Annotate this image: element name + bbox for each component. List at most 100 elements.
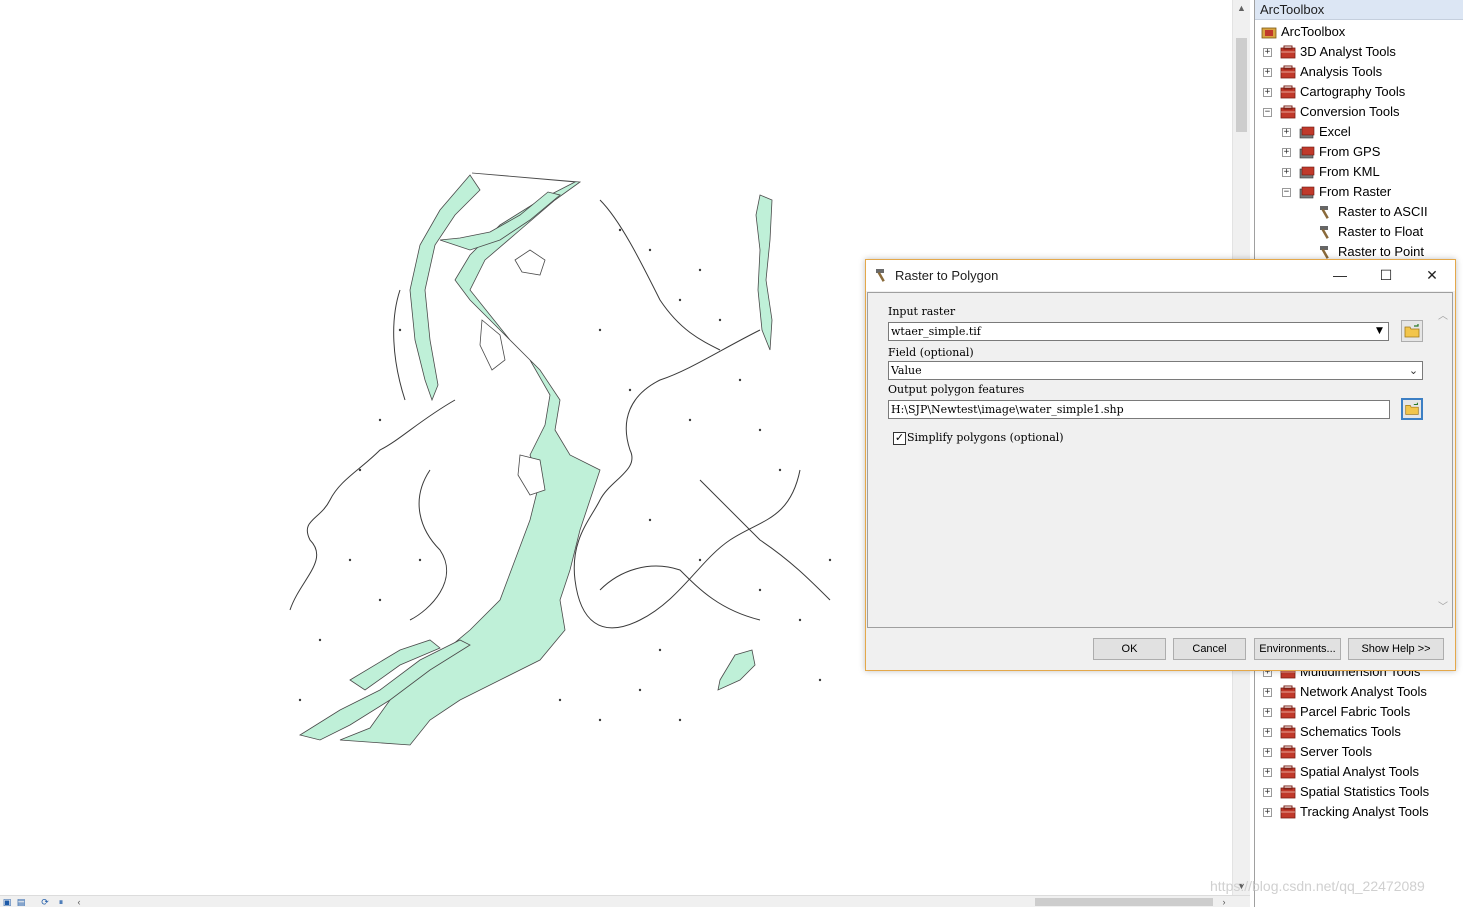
tree-item-3d-analyst-tools[interactable]: +3D Analyst Tools: [1255, 42, 1463, 62]
right-river-polygon: [755, 194, 773, 351]
refresh-icon[interactable]: ⟳: [40, 897, 50, 907]
dialog-titlebar[interactable]: Raster to Polygon — ☐ ✕: [866, 260, 1455, 291]
cancel-button[interactable]: Cancel: [1173, 638, 1246, 660]
tree-item-label: Raster to Float: [1338, 224, 1424, 239]
toolbox-icon: [1280, 85, 1296, 99]
tree-item-label: Analysis Tools: [1300, 64, 1383, 79]
tree-item-label: Schematics Tools: [1300, 724, 1401, 739]
pause-drawing-icon[interactable]: ⏸: [56, 897, 66, 907]
toolbox-icon: [1280, 685, 1296, 699]
tree-item-label: Spatial Statistics Tools: [1300, 784, 1430, 799]
maximize-button[interactable]: ☐: [1363, 260, 1409, 291]
chevron-down-icon[interactable]: ▼: [1372, 324, 1387, 339]
browse-input-button[interactable]: [1401, 320, 1423, 342]
dialog-scrollbar[interactable]: ︿ ﹀: [1434, 293, 1452, 627]
tree-item-parcel-fabric-tools[interactable]: + Parcel Fabric Tools: [1255, 702, 1463, 722]
tree-item-label: From Raster: [1319, 184, 1392, 199]
horizontal-scrollbar-thumb[interactable]: [1035, 898, 1213, 906]
expand-icon[interactable]: +: [1282, 128, 1291, 137]
tree-item-raster-to-float[interactable]: Raster to Float: [1255, 222, 1463, 242]
expand-icon[interactable]: +: [1263, 748, 1272, 757]
tree-item-server-tools[interactable]: + Server Tools: [1255, 742, 1463, 762]
tree-item-raster-to-ascii[interactable]: Raster to ASCII: [1255, 202, 1463, 222]
toolset-icon: [1299, 166, 1315, 179]
tree-item-from-raster[interactable]: − From Raster: [1255, 182, 1463, 202]
expand-icon[interactable]: +: [1263, 708, 1272, 717]
mid-island-polygon: [479, 319, 506, 371]
tree-item-label: From GPS: [1319, 144, 1381, 159]
output-polygon-input[interactable]: H:\SJP\Newtest\image\water_simple1.shp: [888, 400, 1390, 419]
toolset-icon: [1299, 126, 1315, 139]
input-raster-label: Input raster: [888, 305, 956, 318]
save-folder-icon: [1405, 402, 1419, 415]
browse-output-button[interactable]: [1401, 398, 1423, 420]
show-help-button[interactable]: Show Help >>: [1348, 638, 1444, 660]
scroll-left-icon[interactable]: ‹: [74, 897, 84, 907]
field-combobox[interactable]: Value ⌄: [888, 361, 1423, 380]
layout-view-icon[interactable]: ▤: [16, 897, 26, 907]
tree-item-arctoolbox[interactable]: ArcToolbox: [1255, 22, 1463, 42]
tree-item-cartography-tools[interactable]: + Cartography Tools: [1255, 82, 1463, 102]
tree-item-analysis-tools[interactable]: + Analysis Tools: [1255, 62, 1463, 82]
input-raster-combobox[interactable]: wtaer_simple.tif ▼: [888, 322, 1389, 341]
expand-icon[interactable]: +: [1263, 808, 1272, 817]
collapse-icon[interactable]: −: [1282, 188, 1291, 197]
expand-icon[interactable]: +: [1263, 688, 1272, 697]
chevron-down-icon[interactable]: ﹀: [1437, 598, 1449, 613]
data-view-icon[interactable]: ▣: [2, 897, 12, 907]
tree-item-label: ArcToolbox: [1281, 24, 1346, 39]
output-polygon-label: Output polygon features: [888, 383, 1025, 396]
toolbox-icon: [1280, 785, 1296, 799]
main-river-polygon: [339, 172, 601, 746]
creek-line-4: [393, 289, 406, 401]
tree-item-label: Network Analyst Tools: [1300, 684, 1427, 699]
tree-item-from-kml[interactable]: + From KML: [1255, 162, 1463, 182]
creek-line-5: [599, 199, 721, 351]
open-folder-icon: [1404, 324, 1420, 338]
toolbox-icon: [1280, 705, 1296, 719]
input-raster-value: wtaer_simple.tif: [891, 325, 981, 338]
chevron-up-icon[interactable]: ︿: [1437, 307, 1449, 322]
tree-item-network-analyst-tools[interactable]: + Network Analyst Tools: [1255, 682, 1463, 702]
tree-item-label: Tracking Analyst Tools: [1300, 804, 1429, 819]
tree-item-conversion-tools[interactable]: − Conversion Tools: [1255, 102, 1463, 122]
chevron-down-icon[interactable]: ⌄: [1406, 363, 1421, 378]
dialog-footer: OK Cancel Environments... Show Help >>: [866, 628, 1455, 670]
toolbox-icon: [1280, 105, 1296, 119]
expand-icon[interactable]: +: [1282, 168, 1291, 177]
scroll-right-icon[interactable]: ›: [1219, 897, 1229, 907]
tree-item-schematics-tools[interactable]: + Schematics Tools: [1255, 722, 1463, 742]
tree-item-spatial-analyst-tools[interactable]: + Spatial Analyst Tools: [1255, 762, 1463, 782]
expand-icon[interactable]: +: [1263, 768, 1272, 777]
dialog-title: Raster to Polygon: [895, 268, 999, 283]
scrollbar-thumb[interactable]: [1236, 38, 1247, 132]
bottom-toolbar: ▣ ▤ ⟳ ⏸ ‹ ›: [0, 895, 1250, 907]
scroll-up-icon[interactable]: ▲: [1233, 0, 1250, 16]
expand-icon[interactable]: +: [1263, 68, 1272, 77]
hammer-icon: [1320, 246, 1329, 259]
tree-item-excel[interactable]: + Excel: [1255, 122, 1463, 142]
simplify-polygons-label: Simplify polygons (optional): [907, 431, 1064, 444]
tree-item-spatial-statistics-tools[interactable]: + Spatial Statistics Tools: [1255, 782, 1463, 802]
dialog-parameters-pane: Input raster wtaer_simple.tif ▼ Field (o…: [867, 292, 1453, 628]
expand-icon[interactable]: +: [1282, 148, 1291, 157]
toolset-icon: [1299, 146, 1315, 159]
expand-icon[interactable]: +: [1263, 48, 1272, 57]
tree-item-label: 3D Analyst Tools: [1300, 44, 1396, 59]
tree-item-label: From KML: [1319, 164, 1380, 179]
tree-item-label: Server Tools: [1300, 744, 1373, 759]
tree-item-from-gps[interactable]: + From GPS: [1255, 142, 1463, 162]
close-button[interactable]: ✕: [1409, 260, 1455, 291]
toolbox-title: ArcToolbox: [1255, 0, 1463, 20]
simplify-polygons-checkbox[interactable]: ✓: [893, 432, 906, 445]
environments-button[interactable]: Environments...: [1254, 638, 1341, 660]
tree-item-label: Excel: [1319, 124, 1351, 139]
ok-button[interactable]: OK: [1093, 638, 1166, 660]
collapse-icon[interactable]: −: [1263, 108, 1272, 117]
expand-icon[interactable]: +: [1263, 728, 1272, 737]
expand-icon[interactable]: +: [1263, 788, 1272, 797]
raster-to-polygon-dialog: Raster to Polygon — ☐ ✕ Input raster wta…: [865, 259, 1456, 671]
minimize-button[interactable]: —: [1317, 260, 1363, 291]
tree-item-tracking-analyst-tools[interactable]: + Tracking Analyst Tools: [1255, 802, 1463, 822]
expand-icon[interactable]: +: [1263, 88, 1272, 97]
